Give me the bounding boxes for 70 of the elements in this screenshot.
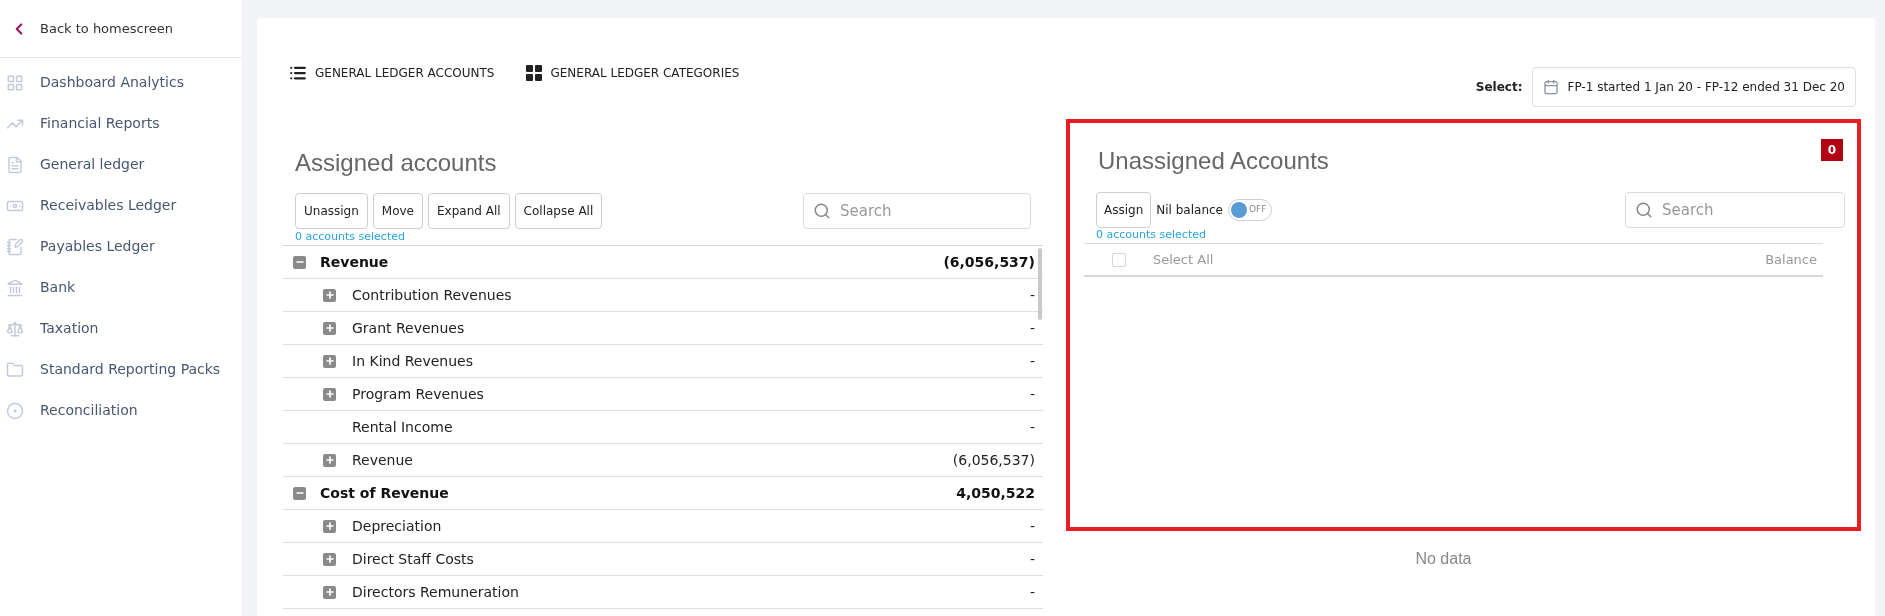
account-group-name: Cost of Revenue bbox=[320, 483, 449, 503]
group-amount: (6,056,537) bbox=[943, 252, 1035, 272]
account-name: Directors Remuneration bbox=[352, 582, 519, 602]
selection-note: 0 accounts selected bbox=[1096, 228, 1207, 242]
sidebar-item[interactable]: Taxation bbox=[0, 308, 242, 349]
expand-icon[interactable] bbox=[323, 387, 336, 401]
expand-icon[interactable] bbox=[323, 354, 336, 368]
toggle-label: Nil balance bbox=[1156, 202, 1223, 219]
toolbar-button[interactable]: Move bbox=[372, 193, 423, 229]
collapse-icon[interactable] bbox=[293, 255, 306, 269]
group-amount: 4,050,522 bbox=[956, 483, 1035, 503]
expand-icon[interactable] bbox=[323, 552, 336, 566]
period-selector[interactable]: FP-1 started 1 Jan 20 - FP-12 ended 31 Dec 20 bbox=[1532, 67, 1856, 107]
panel-title: Assigned accounts bbox=[295, 148, 498, 178]
tiles-icon bbox=[526, 65, 543, 81]
toolbar-button[interactable]: Unassign bbox=[295, 193, 368, 229]
account-name: Direct Staff Costs bbox=[352, 549, 474, 569]
sidebar-item[interactable]: Dashboard Analytics bbox=[0, 62, 242, 103]
back-link[interactable]: Back to homescreen bbox=[40, 18, 173, 39]
account-amount: - bbox=[1029, 582, 1035, 602]
account-amount: (6,056,537) bbox=[952, 450, 1035, 470]
account-name: Revenue bbox=[352, 450, 413, 470]
search-icon bbox=[1635, 201, 1653, 219]
collapse-icon[interactable] bbox=[293, 486, 306, 500]
expand-icon[interactable] bbox=[323, 321, 336, 335]
toolbar-button[interactable]: Expand All bbox=[428, 193, 510, 229]
search-field[interactable]: Search bbox=[1625, 192, 1845, 228]
account-name: Grant Revenues bbox=[352, 318, 465, 338]
toolbar-button[interactable]: Collapse All bbox=[514, 193, 603, 229]
expand-icon[interactable] bbox=[323, 519, 336, 533]
account-name: Depreciation bbox=[352, 516, 442, 536]
sidebar-item[interactable]: Bank bbox=[0, 267, 242, 308]
sidebar-item[interactable]: General ledger bbox=[0, 144, 242, 185]
account-amount: - bbox=[1029, 549, 1035, 569]
empty-message: No data bbox=[1415, 549, 1472, 569]
scrollbar[interactable] bbox=[1038, 248, 1042, 320]
panel-title: Unassigned Accounts bbox=[1098, 146, 1329, 176]
selection-note: 0 accounts selected bbox=[295, 230, 406, 244]
account-name: Contribution Revenues bbox=[352, 285, 512, 305]
search-icon bbox=[813, 202, 831, 220]
assign-button[interactable]: Assign bbox=[1096, 192, 1152, 228]
account-amount: - bbox=[1029, 351, 1035, 371]
expand-icon[interactable] bbox=[323, 453, 336, 467]
search-field[interactable]: Search bbox=[803, 193, 1031, 229]
view-tab[interactable]: GENERAL LEDGER ACCOUNTS bbox=[289, 64, 495, 82]
account-amount: - bbox=[1029, 318, 1035, 338]
column-header: Select All bbox=[1153, 250, 1214, 269]
count-badge: 0 bbox=[1821, 139, 1843, 161]
account-name: In Kind Revenues bbox=[352, 351, 473, 371]
nil-balance-toggle[interactable]: OFF bbox=[1228, 199, 1272, 221]
sidebar-item[interactable]: Payables Ledger bbox=[0, 226, 242, 267]
period-label: Select: bbox=[1475, 79, 1523, 96]
view-tab[interactable]: GENERAL LEDGER CATEGORIES bbox=[526, 64, 740, 82]
sidebar-item[interactable]: Reconciliation bbox=[0, 390, 242, 431]
account-amount: - bbox=[1029, 417, 1035, 437]
account-amount: - bbox=[1029, 516, 1035, 536]
account-amount: - bbox=[1029, 285, 1035, 305]
sidebar-item[interactable]: Standard Reporting Packs bbox=[0, 349, 242, 390]
account-group-name: Revenue bbox=[320, 252, 389, 272]
account-name: Program Revenues bbox=[352, 384, 484, 404]
account-name: Rental Income bbox=[352, 417, 453, 437]
expand-icon[interactable] bbox=[323, 585, 336, 599]
sidebar-item[interactable]: Financial Reports bbox=[0, 103, 242, 144]
sidebar-item[interactable]: Receivables Ledger bbox=[0, 185, 242, 226]
account-amount: - bbox=[1029, 384, 1035, 404]
select-all-checkbox[interactable] bbox=[1112, 252, 1126, 267]
list-icon bbox=[289, 64, 307, 82]
column-header: Balance bbox=[1765, 250, 1817, 269]
calendar-icon bbox=[1543, 79, 1560, 95]
expand-icon[interactable] bbox=[323, 288, 336, 302]
